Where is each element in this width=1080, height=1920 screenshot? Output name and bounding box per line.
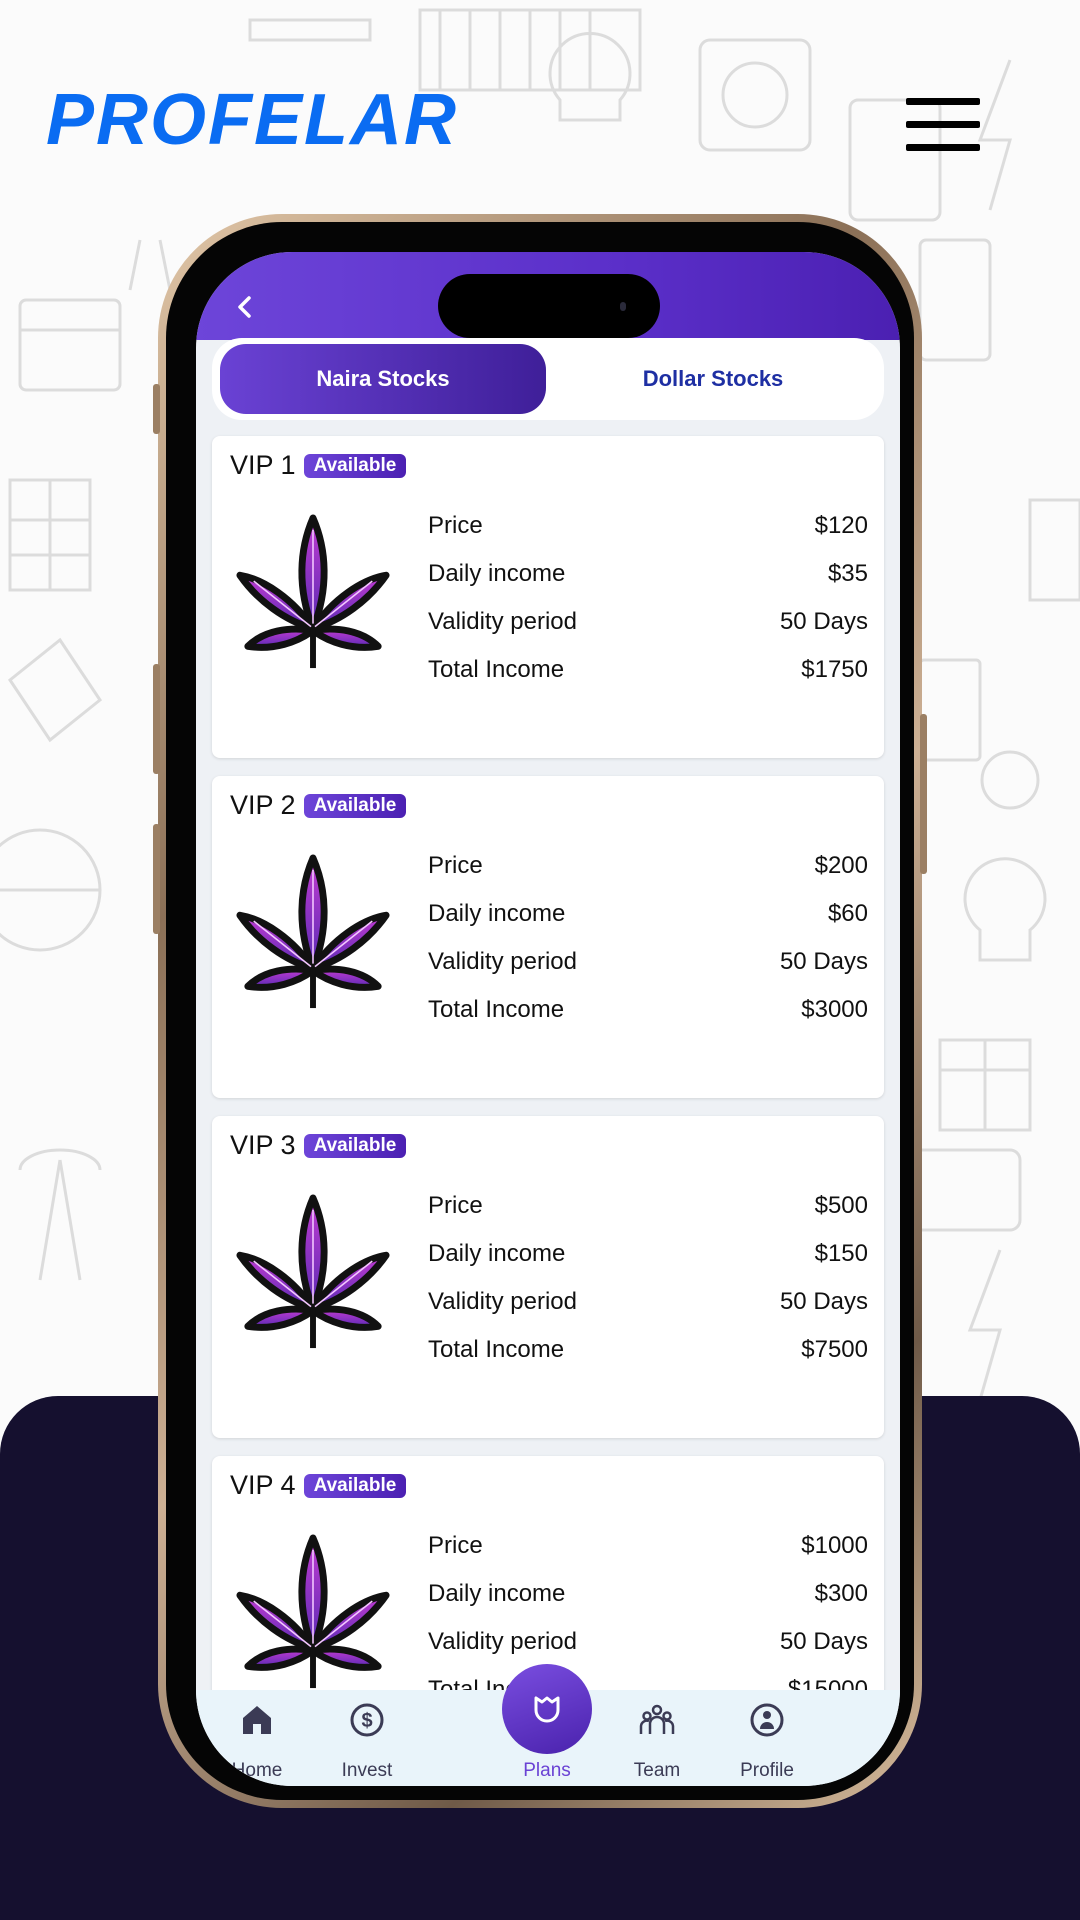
plan-details: Price $120 Daily income $35 Validity period 5…: [428, 502, 868, 694]
detail-value: $3000: [801, 996, 868, 1023]
detail-label: Price: [428, 512, 483, 539]
nav-plans-label: Plans: [523, 1760, 571, 1781]
detail-label: Price: [428, 1532, 483, 1559]
back-arrow-icon[interactable]: [230, 292, 260, 322]
status-badge: Available: [303, 1133, 407, 1158]
detail-value: $200: [814, 852, 868, 879]
detail-label: Daily income: [428, 900, 566, 927]
tab-naira-stocks[interactable]: Naira Stocks: [220, 344, 546, 414]
plan-detail-row: Daily income $35: [428, 550, 868, 598]
detail-value: $60: [827, 900, 868, 927]
profile-icon: [750, 1703, 784, 1737]
plan-detail-row: Validity period 50 Days: [428, 938, 868, 986]
detail-label: Daily income: [428, 560, 566, 587]
plan-card[interactable]: VIP 3 Available Price $500 Daily income $150…: [212, 1116, 884, 1438]
detail-value: 50 Days: [779, 1288, 868, 1315]
plan-details: Price $500 Daily income $150 Validity period…: [428, 1182, 868, 1374]
detail-value: $1750: [801, 656, 868, 683]
detail-label: Daily income: [428, 1580, 566, 1607]
svg-text:$: $: [361, 1710, 372, 1732]
nav-team[interactable]: Team: [602, 1690, 712, 1786]
detail-label: Price: [428, 1192, 483, 1219]
phone-screen: Naira Stocks Dollar Stocks VIP 1 Availabl…: [196, 252, 900, 1786]
plan-card-header: VIP 2 Available: [230, 790, 407, 821]
plan-detail-row: Price $120: [428, 502, 868, 550]
stock-tabs: Naira Stocks Dollar Stocks: [212, 338, 884, 420]
plan-card-header: VIP 3 Available: [230, 1130, 407, 1161]
plan-details: Price $200 Daily income $60 Validity period 5…: [428, 842, 868, 1034]
detail-label: Validity period: [428, 1628, 577, 1655]
profelar-logo[interactable]: PROFELAR: [46, 78, 546, 160]
nav-profile-label: Profile: [740, 1760, 794, 1781]
detail-label: Validity period: [428, 608, 577, 635]
nav-invest-label: Invest: [341, 1760, 393, 1781]
dynamic-island: [438, 274, 660, 338]
detail-label: Daily income: [428, 1240, 566, 1267]
plans-icon: [534, 1696, 560, 1723]
plan-detail-row: Total Income $3000: [428, 986, 868, 1034]
detail-label: Validity period: [428, 1288, 577, 1315]
detail-value: 50 Days: [779, 608, 868, 635]
detail-value: $1000: [801, 1532, 868, 1559]
detail-label: Total Income: [428, 996, 565, 1023]
detail-value: $150: [814, 1240, 868, 1267]
detail-value: $7500: [801, 1336, 868, 1363]
detail-label: Total Income: [428, 1336, 565, 1363]
plan-detail-row: Daily income $60: [428, 890, 868, 938]
detail-value: $35: [827, 560, 868, 587]
detail-label: Price: [428, 852, 483, 879]
plan-detail-row: Price $500: [428, 1182, 868, 1230]
team-icon: [639, 1704, 675, 1734]
detail-value: 50 Days: [779, 948, 868, 975]
status-badge: Available: [303, 793, 407, 818]
plan-details: Price $1000 Daily income $300 Validity perio…: [428, 1522, 868, 1714]
status-badge: Available: [303, 453, 407, 478]
plan-list: VIP 1 Available Price $120 Daily income $35 V…: [212, 436, 884, 1786]
plans-button[interactable]: [502, 1664, 592, 1754]
plan-card[interactable]: VIP 2 Available Price $200 Daily income $60 V…: [212, 776, 884, 1098]
detail-value: $300: [814, 1580, 868, 1607]
logo-text: PROFELAR: [46, 80, 458, 160]
plan-detail-row: Daily income $150: [428, 1230, 868, 1278]
plan-detail-row: Validity period 50 Days: [428, 1618, 868, 1666]
dollar-circle-icon: $: [350, 1703, 384, 1737]
plan-card-header: VIP 4 Available: [230, 1470, 407, 1501]
menu-icon[interactable]: [906, 98, 980, 151]
plan-title: VIP 2: [230, 790, 296, 820]
cannabis-leaf-icon: [236, 514, 390, 669]
cannabis-leaf-icon: [236, 1534, 390, 1689]
plan-title: VIP 1: [230, 450, 296, 480]
plan-detail-row: Daily income $300: [428, 1570, 868, 1618]
cannabis-leaf-icon: [236, 854, 390, 1009]
nav-home[interactable]: Home: [202, 1690, 312, 1786]
plan-title: VIP 4: [230, 1470, 296, 1500]
plan-detail-row: Validity period 50 Days: [428, 598, 868, 646]
cannabis-leaf-icon: [236, 1194, 390, 1349]
nav-home-label: Home: [231, 1760, 283, 1781]
plan-card-header: VIP 1 Available: [230, 450, 407, 481]
plan-detail-row: Total Income $7500: [428, 1326, 868, 1374]
plan-detail-row: Price $1000: [428, 1522, 868, 1570]
app-header: [196, 252, 900, 340]
phone-mockup: Naira Stocks Dollar Stocks VIP 1 Availabl…: [153, 214, 927, 1808]
detail-label: Total Income: [428, 656, 565, 683]
detail-value: $500: [814, 1192, 868, 1219]
detail-label: Validity period: [428, 948, 577, 975]
home-icon: [243, 1706, 271, 1734]
plan-card[interactable]: VIP 1 Available Price $120 Daily income $35 V…: [212, 436, 884, 758]
nav-invest[interactable]: $ Invest: [312, 1690, 422, 1786]
detail-value: 50 Days: [779, 1628, 868, 1655]
status-badge: Available: [303, 1473, 407, 1498]
nav-profile[interactable]: Profile: [712, 1690, 822, 1786]
plan-detail-row: Validity period 50 Days: [428, 1278, 868, 1326]
plan-detail-row: Price $200: [428, 842, 868, 890]
detail-value: $120: [814, 512, 868, 539]
tab-dollar-stocks[interactable]: Dollar Stocks: [550, 344, 876, 414]
plan-title: VIP 3: [230, 1130, 296, 1160]
nav-team-label: Team: [633, 1760, 681, 1781]
plan-detail-row: Total Income $1750: [428, 646, 868, 694]
